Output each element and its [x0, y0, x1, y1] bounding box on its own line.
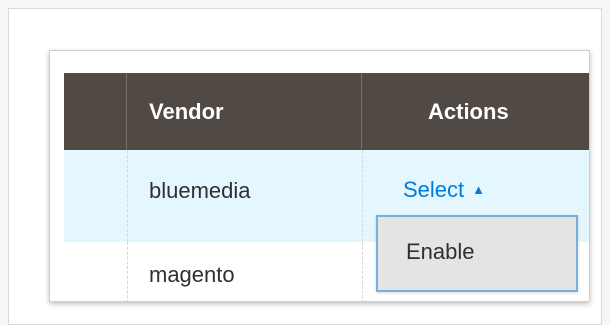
header-cell-vendor[interactable]: Vendor	[127, 73, 362, 150]
grid-panel: Vendor Actions bluemedia Select ▲ magento…	[49, 50, 590, 302]
header-cell-select[interactable]	[64, 73, 127, 150]
vendor-cell: bluemedia	[149, 178, 251, 203]
vendor-cell: magento	[149, 262, 235, 287]
caret-up-icon: ▲	[472, 182, 486, 197]
menu-item-enable[interactable]: Enable	[406, 239, 475, 265]
column-divider	[362, 242, 363, 301]
column-divider	[127, 150, 128, 242]
column-divider	[362, 150, 363, 242]
data-grid: Vendor Actions bluemedia Select ▲ magento…	[64, 73, 589, 301]
page-frame: Vendor Actions bluemedia Select ▲ magento…	[8, 8, 602, 325]
column-divider	[127, 242, 128, 301]
actions-select-link[interactable]: Select ▲	[403, 177, 485, 203]
actions-dropdown-menu: Enable	[376, 215, 578, 292]
select-label: Select	[403, 177, 465, 202]
grid-header: Vendor Actions	[64, 73, 589, 150]
header-cell-actions: Actions	[428, 99, 509, 124]
